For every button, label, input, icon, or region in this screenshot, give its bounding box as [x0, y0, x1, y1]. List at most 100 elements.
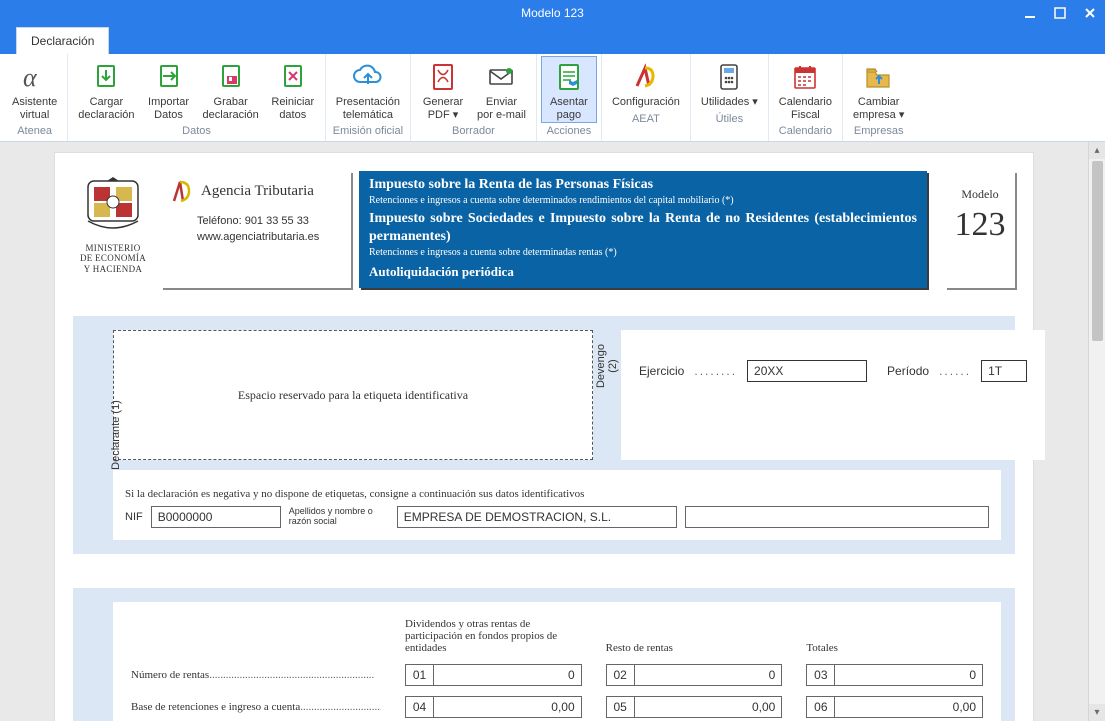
mail-icon — [484, 60, 518, 94]
coat-of-arms-icon — [86, 173, 140, 233]
calendario-fiscal-button[interactable]: Calendario Fiscal — [773, 56, 838, 123]
col-header-totales: Totales — [806, 642, 983, 654]
nif-label: NIF — [125, 511, 143, 523]
panel-liquidacion: Dividendos y otras rentas de participaci… — [73, 588, 1015, 721]
cell-code: 06 — [807, 697, 835, 717]
cell-code: 03 — [807, 665, 835, 685]
maximize-button[interactable] — [1045, 0, 1075, 26]
presentacion-telematica-button[interactable]: Presentación telemática — [330, 56, 406, 123]
payment-doc-icon — [552, 60, 586, 94]
utilidades-button[interactable]: Utilidades ▾ — [695, 56, 764, 111]
value-cell-06[interactable]: 060,00 — [806, 696, 983, 718]
ribbon-group-atenea: α Asistente virtual Atenea — [2, 54, 68, 141]
group-title-empresas: Empresas — [854, 125, 904, 137]
pdf-icon — [426, 60, 460, 94]
cell-value: 0,00 — [434, 697, 581, 717]
cloud-upload-icon — [351, 60, 385, 94]
agencia-web: www.agenciatributaria.es — [197, 231, 341, 243]
asentar-pago-button[interactable]: Asentar pago — [541, 56, 597, 123]
ribbon: α Asistente virtual Atenea Cargar declar… — [0, 54, 1105, 142]
minimize-button[interactable] — [1015, 0, 1045, 26]
close-button[interactable] — [1075, 0, 1105, 26]
alpha-icon: α — [18, 60, 52, 94]
group-title-datos: Datos — [182, 125, 211, 137]
periodo-label: Período — [887, 364, 929, 378]
maximize-icon — [1054, 7, 1066, 19]
group-title-calendario: Calendario — [779, 125, 832, 137]
col-header-dividendos: Dividendos y otras rentas de participaci… — [405, 618, 582, 654]
cell-code: 05 — [607, 697, 635, 717]
value-cell-05[interactable]: 050,00 — [606, 696, 783, 718]
ribbon-group-datos: Cargar declaración Importar Datos Grabar… — [68, 54, 326, 141]
group-title-atenea: Atenea — [17, 125, 52, 137]
calculator-icon — [712, 60, 746, 94]
col-header-resto: Resto de rentas — [606, 642, 783, 654]
row-label: Número de rentas........................… — [131, 669, 381, 681]
load-doc-icon — [89, 60, 123, 94]
form-page: MINISTERIO DE ECONOMÍA Y HACIENDA Agenci… — [54, 152, 1034, 721]
title-bar: Modelo 123 — [0, 0, 1105, 26]
ribbon-group-aeat: Configuración AEAT — [602, 54, 691, 141]
cambiar-empresa-button[interactable]: Cambiar empresa ▾ — [847, 56, 910, 123]
ribbon-group-empresas: Cambiar empresa ▾ Empresas — [843, 54, 914, 141]
import-doc-icon — [152, 60, 186, 94]
group-title-utiles: Útiles — [716, 113, 744, 125]
ministry-text: MINISTERIO DE ECONOMÍA Y HACIENDA — [73, 243, 153, 274]
blue-line1: Impuesto sobre la Renta de las Personas … — [369, 177, 917, 193]
scroll-thumb[interactable] — [1092, 161, 1103, 341]
value-cell-03[interactable]: 030 — [806, 664, 983, 686]
ejercicio-field[interactable]: 20XX — [747, 360, 867, 382]
row-label: Base de retenciones e ingreso a cuenta..… — [131, 701, 381, 713]
reset-doc-icon — [276, 60, 310, 94]
cell-code: 02 — [607, 665, 635, 685]
aeat-small-icon — [171, 179, 193, 203]
ribbon-group-calendario: Calendario Fiscal Calendario — [769, 54, 843, 141]
etiqueta-placeholder: Espacio reservado para la etiqueta ident… — [113, 330, 593, 460]
scroll-down-arrow[interactable]: ▾ — [1089, 704, 1105, 721]
tab-row: Declaración — [0, 26, 1105, 54]
value-cell-02[interactable]: 020 — [606, 664, 783, 686]
ribbon-group-borrador: Generar PDF ▾ Enviar por e-mail Borrador — [411, 54, 537, 141]
value-cell-04[interactable]: 040,00 — [405, 696, 582, 718]
ribbon-group-acciones: Asentar pago Acciones — [537, 54, 602, 141]
grabar-declaracion-button[interactable]: Grabar declaración — [197, 56, 265, 123]
group-title-aeat: AEAT — [632, 113, 660, 125]
periodo-field[interactable]: 1T — [981, 360, 1027, 382]
modelo-number: 123 — [951, 206, 1009, 244]
document-canvas[interactable]: MINISTERIO DE ECONOMÍA Y HACIENDA Agenci… — [0, 142, 1088, 721]
vertical-scrollbar[interactable]: ▴ ▾ — [1088, 142, 1105, 721]
nombre-field[interactable]: EMPRESA DE DEMOSTRACION, S.L. — [397, 506, 677, 528]
reiniciar-datos-button[interactable]: Reiniciar datos — [265, 56, 321, 123]
nif-field[interactable]: B0000000 — [151, 506, 281, 528]
table-row: Número de rentas........................… — [131, 664, 983, 686]
agencia-box: Agencia Tributaria Teléfono: 901 33 55 3… — [161, 171, 351, 288]
ribbon-group-utiles: Utilidades ▾ Útiles — [691, 54, 769, 141]
window-title: Modelo 123 — [521, 6, 584, 20]
tab-declaracion[interactable]: Declaración — [16, 27, 109, 54]
generar-pdf-button[interactable]: Generar PDF ▾ — [415, 56, 471, 123]
negative-hint: Si la declaración es negativa y no dispo… — [125, 488, 989, 500]
cell-value: 0 — [434, 665, 581, 685]
scroll-track[interactable] — [1092, 159, 1103, 704]
work-area: MINISTERIO DE ECONOMÍA Y HACIENDA Agenci… — [0, 142, 1105, 721]
ribbon-group-emision: Presentación telemática Emisión oficial — [326, 54, 411, 141]
ministry-emblem: MINISTERIO DE ECONOMÍA Y HACIENDA — [73, 171, 153, 288]
enviar-email-button[interactable]: Enviar por e-mail — [471, 56, 532, 123]
blue-line3: Autoliquidación periódica — [369, 264, 917, 280]
cell-value: 0 — [835, 665, 982, 685]
scroll-up-arrow[interactable]: ▴ — [1089, 142, 1105, 159]
importar-datos-button[interactable]: Importar Datos — [141, 56, 197, 123]
blue-sub2: Retenciones e ingresos a cuenta sobre de… — [369, 247, 917, 258]
extra-blank-field[interactable] — [685, 506, 989, 528]
configuracion-button[interactable]: Configuración — [606, 56, 686, 111]
close-icon — [1084, 7, 1096, 19]
group-title-emision: Emisión oficial — [333, 125, 403, 137]
declarante-vertical-label: Declarante (1) — [110, 400, 122, 470]
identification-row: NIF B0000000 Apellidos y nombre o razón … — [125, 506, 989, 528]
asistente-virtual-button[interactable]: α Asistente virtual — [6, 56, 63, 123]
cargar-declaracion-button[interactable]: Cargar declaración — [72, 56, 140, 123]
cell-code: 04 — [406, 697, 434, 717]
agencia-telefono: Teléfono: 901 33 55 33 — [197, 215, 341, 227]
value-cell-01[interactable]: 010 — [405, 664, 582, 686]
devengo-vertical-label: Devengo (2) — [595, 344, 619, 388]
